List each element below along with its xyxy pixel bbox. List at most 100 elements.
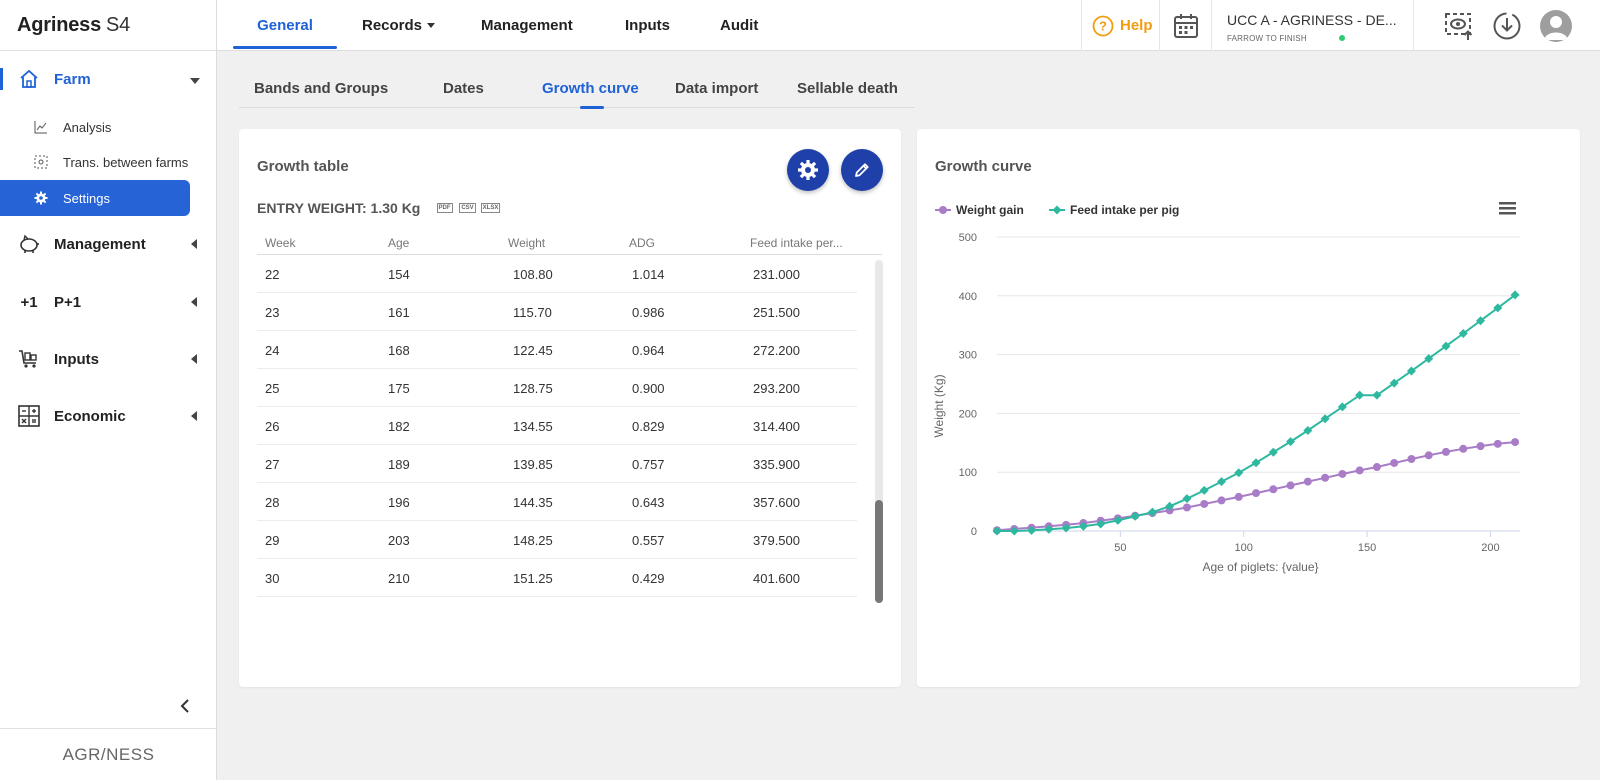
edit-button[interactable] (841, 149, 883, 191)
data-point (1216, 477, 1226, 487)
subtab-sellable-death[interactable]: Sellable death (797, 80, 898, 97)
avatar (1540, 10, 1572, 42)
table-row[interactable]: 24 168 122.45 0.964 272.200 (257, 331, 857, 369)
data-point (1303, 477, 1312, 486)
data-point (1234, 492, 1243, 501)
subtab-bands-and-groups[interactable]: Bands and Groups (254, 80, 388, 97)
data-point (1199, 485, 1209, 495)
sidebar-item-economic[interactable]: Economic (0, 398, 217, 434)
cell-week: 25 (265, 381, 280, 396)
online-status-dot (1338, 34, 1346, 42)
y-tick-label: 300 (959, 350, 977, 362)
sidebar-subitem-label: Analysis (63, 119, 112, 135)
tab-inputs[interactable]: Inputs (625, 0, 670, 51)
xlsx-export-icon[interactable]: XLSX (480, 200, 501, 215)
sidebar-item-management[interactable]: Management (0, 226, 217, 262)
data-point (1407, 454, 1416, 463)
table-row[interactable]: 22 154 108.80 1.014 231.000 (257, 255, 857, 293)
cell-feed-intake: 379.500 (753, 533, 800, 548)
piggy-icon (18, 233, 40, 255)
scrollbar-thumb[interactable] (875, 500, 883, 603)
sidebar-subitem-analysis[interactable]: Analysis (0, 109, 190, 145)
data-point (1130, 511, 1140, 521)
tab-records[interactable]: Records (362, 0, 436, 51)
user-menu[interactable] (1540, 10, 1572, 42)
legend-feed-intake: Feed intake per pig (1070, 203, 1179, 217)
column-header-adg[interactable]: ADG (629, 236, 655, 250)
scan-upload-icon (1445, 13, 1473, 40)
cell-adg: 0.643 (632, 495, 665, 510)
cell-adg: 0.557 (632, 533, 665, 548)
active-subtab-indicator (580, 106, 604, 109)
cell-weight: 139.85 (513, 457, 553, 472)
cell-feed-intake: 401.600 (753, 571, 800, 586)
cell-weight: 151.25 (513, 571, 553, 586)
hamburger-menu-icon[interactable] (1499, 202, 1516, 215)
subtab-dates[interactable]: Dates (443, 80, 484, 97)
table-row[interactable]: 28 196 144.35 0.643 357.600 (257, 483, 857, 521)
footer-logo: AGR/NESS (0, 728, 217, 780)
farm-selector[interactable]: UCC A - AGRINESS - DE... FARROW TO FINIS… (1212, 0, 1412, 51)
help-button[interactable]: ? Help (1081, 0, 1159, 51)
data-point (1251, 458, 1261, 468)
gear-icon (33, 190, 49, 206)
table-row[interactable]: 29 203 148.25 0.557 379.500 (257, 521, 857, 559)
calendar-button[interactable] (1159, 0, 1212, 51)
x-tick-label: 100 (1235, 542, 1253, 554)
cell-age: 182 (388, 419, 410, 434)
data-point (1200, 499, 1209, 508)
table-header: Week Age Weight ADG Feed intake per... (257, 229, 882, 255)
column-header-feed-intake[interactable]: Feed intake per... (750, 236, 843, 250)
column-header-weight[interactable]: Weight (508, 236, 545, 250)
cell-feed-intake: 272.200 (753, 343, 800, 358)
tab-management[interactable]: Management (481, 0, 573, 51)
sidebar-item-inputs[interactable]: Inputs (0, 341, 217, 377)
column-header-age[interactable]: Age (388, 236, 409, 250)
subtab-growth-curve[interactable]: Growth curve (542, 80, 639, 97)
data-point (1459, 444, 1468, 453)
table-row[interactable]: 23 161 115.70 0.986 251.500 (257, 293, 857, 331)
subtab-data-import[interactable]: Data import (675, 80, 758, 97)
sidebar-item-label: P+1 (54, 293, 82, 311)
gear-icon (798, 160, 818, 180)
cell-weight: 144.35 (513, 495, 553, 510)
legend-marker (939, 206, 947, 214)
cell-adg: 0.429 (632, 571, 665, 586)
tab-general[interactable]: General (233, 0, 337, 51)
table-row[interactable]: 27 189 139.85 0.757 335.900 (257, 445, 857, 483)
y-tick-label: 200 (959, 408, 977, 420)
sidebar-subitem-transfer[interactable]: Trans. between farms (0, 144, 190, 180)
chevron-left-icon (191, 354, 197, 364)
cell-weight: 148.25 (513, 533, 553, 548)
table-row[interactable]: 30 210 151.25 0.429 401.600 (257, 559, 857, 597)
sidebar-item-farm[interactable]: Farm (0, 61, 217, 97)
collapse-sidebar-button[interactable] (180, 697, 190, 718)
tab-audit[interactable]: Audit (720, 0, 758, 51)
x-axis-label: Age of piglets: {value} (1202, 560, 1318, 574)
table-row[interactable]: 26 182 134.55 0.829 314.400 (257, 407, 857, 445)
series-line-weight-gain (996, 441, 1516, 532)
sidebar-subitem-settings[interactable]: Settings (0, 180, 190, 216)
table-row[interactable]: 25 175 128.75 0.900 293.200 (257, 369, 857, 407)
chevron-down-icon (190, 78, 200, 84)
scan-upload-button[interactable] (1443, 10, 1475, 42)
cell-week: 26 (265, 419, 280, 434)
settings-button[interactable] (787, 149, 829, 191)
pdf-export-icon[interactable]: PDF (436, 200, 453, 215)
sidebar-item-p1[interactable]: +1 P+1 (0, 284, 217, 320)
column-header-week[interactable]: Week (265, 236, 295, 250)
xlsx-label: XLSX (480, 202, 501, 213)
cell-age: 154 (388, 267, 410, 282)
cell-adg: 0.964 (632, 343, 665, 358)
growth-curve-card: Growth curve 0 100 200 300 400 500 50 100 150 200… (917, 129, 1580, 687)
sidebar-item-label: Farm (54, 70, 91, 88)
transfer-icon (33, 154, 49, 170)
app-logo[interactable]: Agriness S4 (0, 0, 216, 51)
csv-export-icon[interactable]: CSV (459, 200, 476, 215)
legend-marker (1052, 205, 1062, 215)
sidebar-subitem-label: Trans. between farms (63, 154, 189, 170)
caret-down-icon (427, 23, 436, 28)
download-button[interactable] (1491, 10, 1523, 42)
cell-adg: 0.900 (632, 381, 665, 396)
data-point (1217, 496, 1226, 505)
